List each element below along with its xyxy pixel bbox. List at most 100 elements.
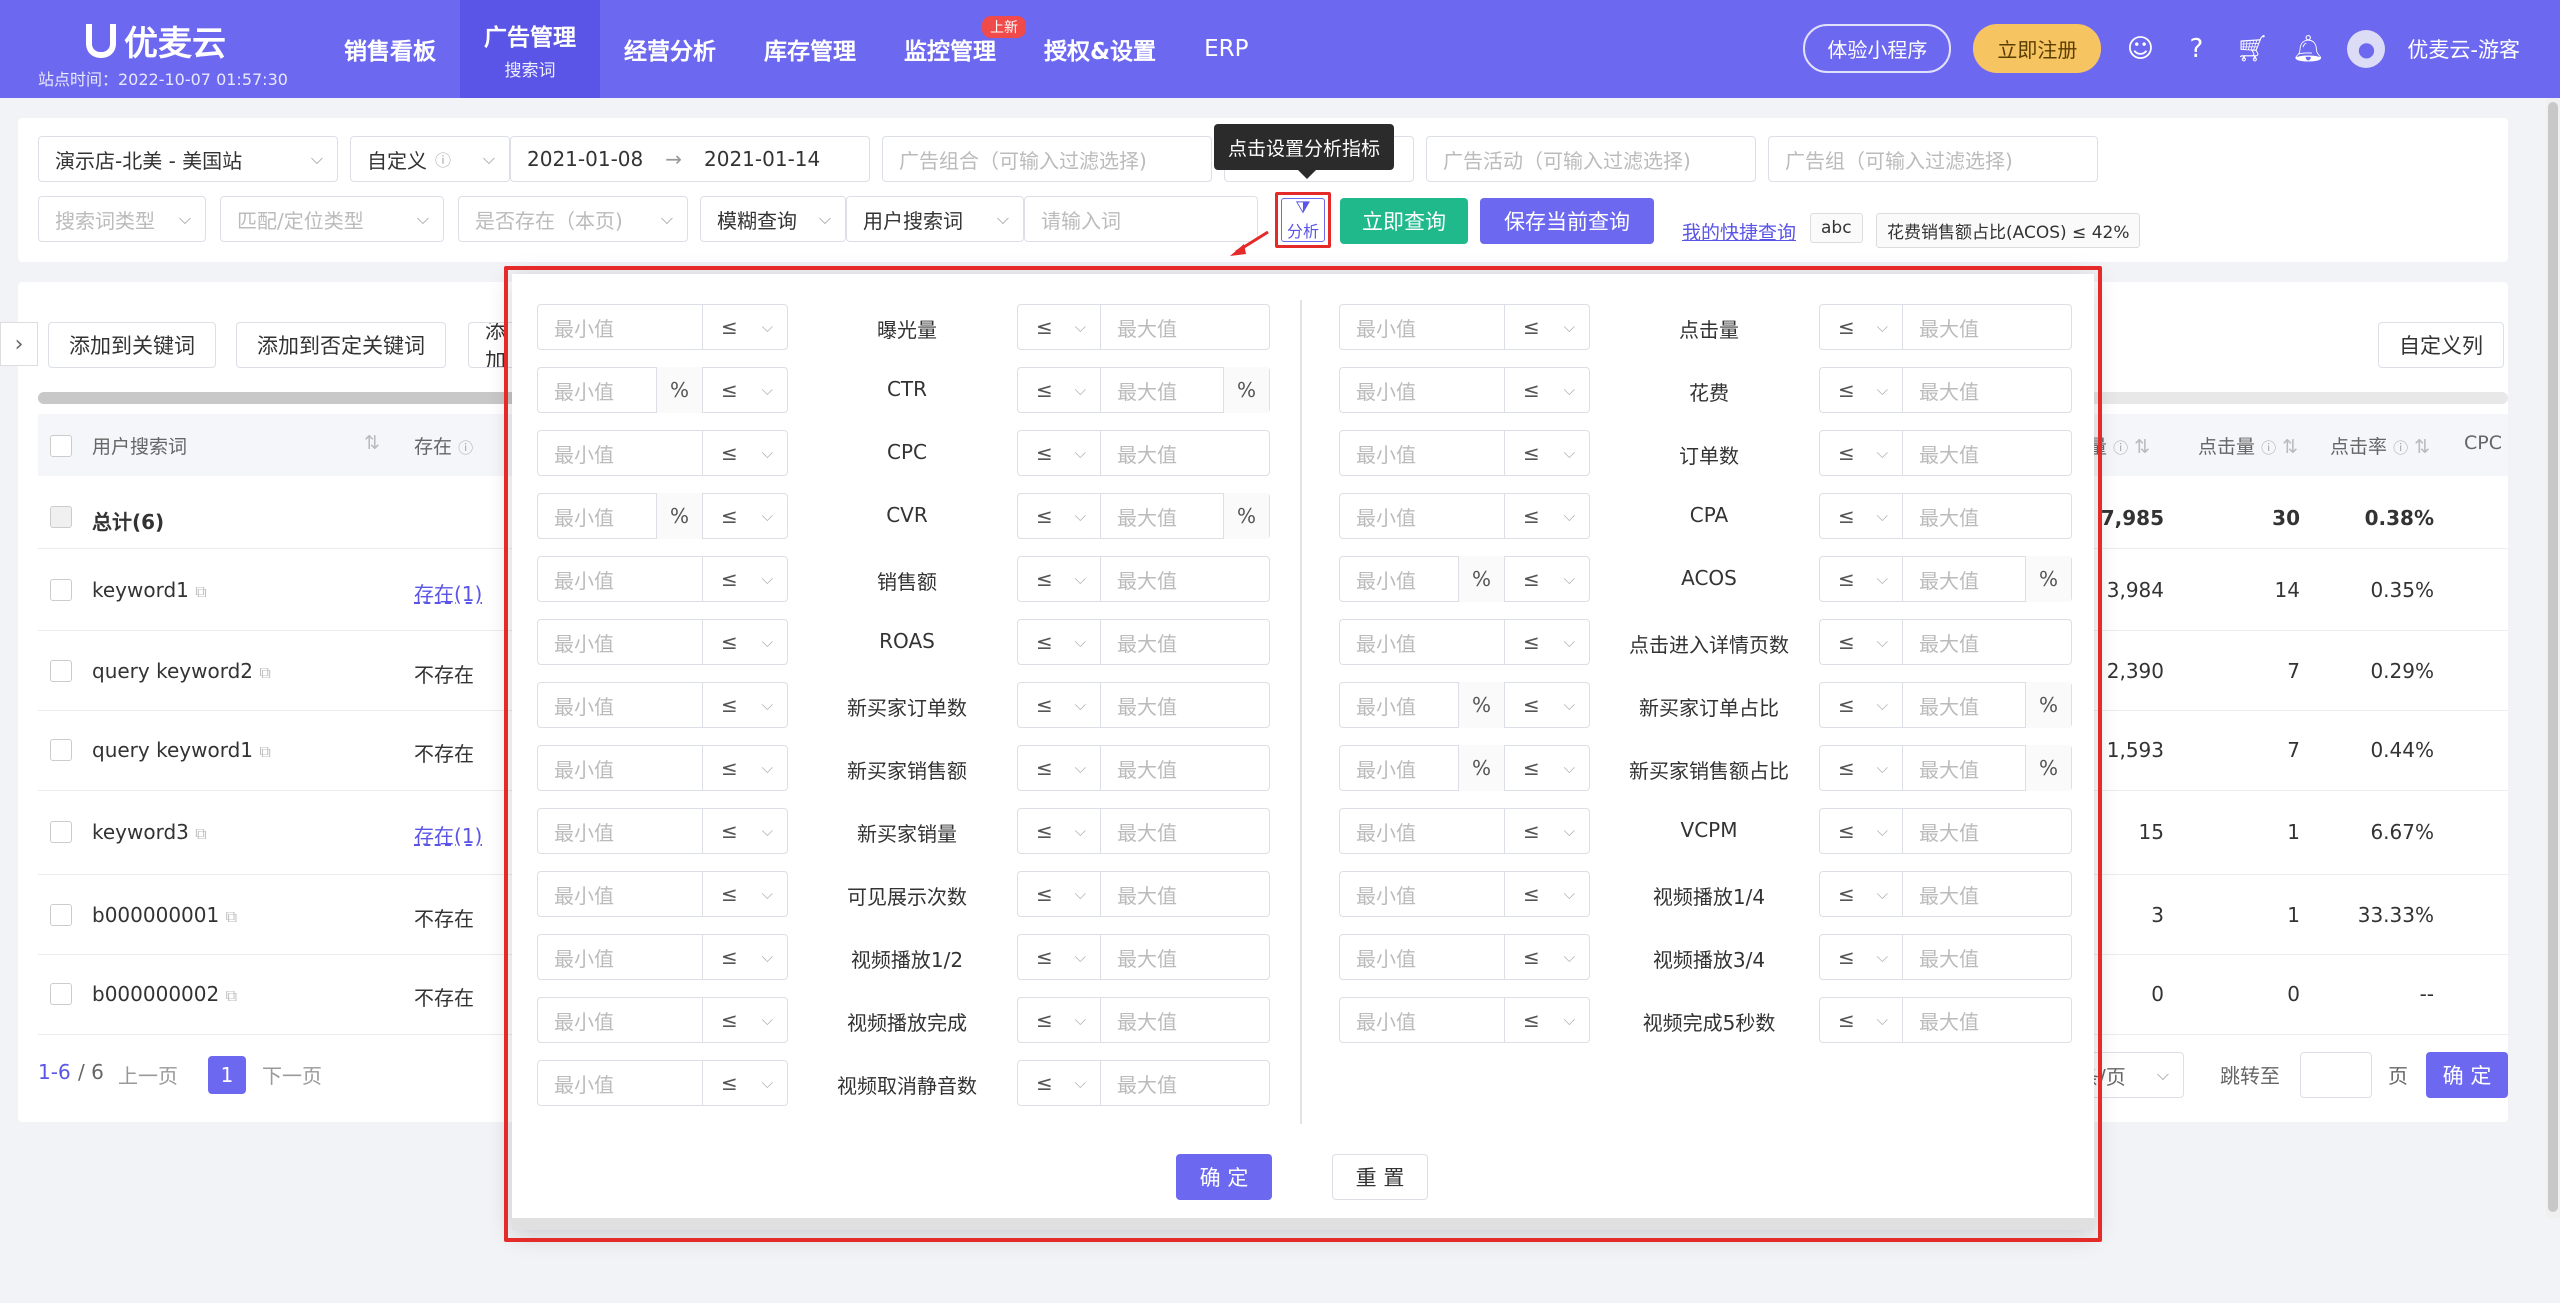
term-field-select[interactable]: 用户搜索词 ⌵ [846,196,1024,242]
total-clicks: 30 [2272,506,2300,530]
quick-tag-abc[interactable]: abc [1810,213,1863,243]
date-mode-select[interactable]: 自定义 ⓘ ⌵ [350,136,510,182]
row-checkbox[interactable] [50,983,72,1005]
exists-select[interactable]: 是否存在（本页) ⌵ [458,196,688,242]
info-icon: ⓘ [2113,439,2129,457]
row-term[interactable]: b000000001 ⧉ [92,903,237,927]
pager-total: / 6 [78,1060,104,1084]
ad-portfolio-select[interactable]: 广告组合（可输入过滤选择) [882,136,1212,182]
row-checkbox[interactable] [50,904,72,926]
custom-columns-button[interactable]: 自定义列 [2378,322,2504,368]
term-input[interactable]: 请输入词 [1024,196,1258,242]
row-term[interactable]: b000000002 ⧉ [92,982,237,1006]
scrollbar-thumb[interactable] [38,392,518,404]
mini-program-button[interactable]: 体验小程序 [1803,24,1952,73]
row-term[interactable]: keyword1 ⧉ [92,578,207,602]
external-link-icon[interactable]: ⧉ [226,986,237,1005]
external-link-icon[interactable]: ⧉ [259,742,270,761]
search-term-type-select[interactable]: 搜索词类型 ⌵ [38,196,206,242]
row-ctr: 0.29% [2370,659,2434,683]
col-ctr[interactable]: 点击率 ⓘ ⇅ [2330,432,2430,459]
row-exists: 不存在 [414,663,474,687]
pointer-arrow-icon [1230,230,1269,256]
add-keyword-button[interactable]: 添加到关键词 [48,322,216,368]
store-select[interactable]: 演示店-北美 - 美国站 ⌵ [38,136,338,182]
ad-campaign-select[interactable]: 广告活动（可输入过滤选择) [1426,136,1756,182]
nav-business-analysis[interactable]: 经营分析 [600,0,740,98]
col-user-term[interactable]: 用户搜索词 [92,432,187,459]
match-type-select[interactable]: 匹配/定位类型 ⌵ [220,196,444,242]
save-query-button[interactable]: 保存当前查询 [1480,198,1654,244]
nav-auth-settings[interactable]: 授权&设置 [1020,0,1180,98]
external-link-icon[interactable]: ⧉ [195,824,206,843]
chevron-down-icon: ⌵ [416,209,429,228]
register-button[interactable]: 立即注册 [1973,24,2102,73]
col-clicks[interactable]: 点击量 ⓘ ⇅ [2198,432,2298,459]
add-negative-keyword-button[interactable]: 添加到否定关键词 [236,322,446,368]
row-exists: 不存在 [414,742,474,766]
nav-right: 体验小程序 立即注册 ☺ ? 🛒︎ 🔔︎ ● 优麦云-游客 [1803,24,2520,73]
info-icon: ⓘ [2261,439,2277,457]
scrollbar-thumb[interactable] [2548,102,2558,1212]
row-ctr: 33.33% [2357,903,2434,927]
row-term[interactable]: query keyword1 ⧉ [92,738,271,762]
nav-inventory[interactable]: 库存管理 [740,0,880,98]
ad-group-select[interactable]: 广告组（可输入过滤选择) [1768,136,2098,182]
nav-erp[interactable]: ERP [1180,0,1272,98]
chevron-right-icon[interactable]: › [0,322,38,366]
query-button[interactable]: 立即查询 [1340,198,1468,244]
cart-icon[interactable]: 🛒︎ [2235,32,2269,66]
user-name[interactable]: 优麦云-游客 [2407,34,2520,64]
chevron-down-icon: ⌵ [178,209,191,228]
row-checkbox[interactable] [50,660,72,682]
help-icon[interactable]: ? [2179,32,2213,66]
chevron-down-icon: ⌵ [818,209,831,228]
row-clicks: 7 [2287,738,2300,762]
chevron-down-icon: ⌵ [996,209,1009,228]
logo[interactable]: 优麦云 [86,16,226,65]
external-link-icon[interactable]: ⧉ [226,907,237,926]
analysis-button[interactable]: ⧩ 分析 [1275,192,1331,248]
nav-ad-sub: 搜索词 [504,60,556,81]
row-exists[interactable]: 存在(1) [414,578,482,607]
support-icon[interactable]: ☺ [2123,32,2157,66]
nav-ad-management[interactable]: 广告管理 搜索词 [460,0,600,98]
row-term[interactable]: query keyword2 ⧉ [92,659,271,683]
row-checkbox[interactable] [50,821,72,843]
nav-sales-dashboard[interactable]: 销售看板 [320,0,460,98]
fuzzy-select[interactable]: 模糊查询 ⌵ [700,196,846,242]
prev-page[interactable]: 上一页 [118,1060,178,1089]
row-ctr: 0.44% [2370,738,2434,762]
row-checkbox[interactable] [50,739,72,761]
sort-icon: ⇅ [2282,436,2299,458]
external-link-icon[interactable]: ⧉ [259,663,270,682]
col-cpc[interactable]: CPC [2464,432,2504,454]
current-page[interactable]: 1 [208,1056,246,1094]
sort-icon[interactable]: ⇅ [364,432,380,454]
quick-query-link[interactable]: 我的快捷查询 [1682,218,1796,245]
bell-icon[interactable]: 🔔︎ [2291,32,2325,66]
next-page[interactable]: 下一页 [262,1060,322,1089]
row-ctr: 0.35% [2370,578,2434,602]
row-term[interactable]: keyword3 ⧉ [92,820,207,844]
quick-tag-acos[interactable]: 花费销售额占比(ACOS) ≤ 42% [1876,213,2141,248]
select-all-checkbox[interactable] [50,435,72,457]
date-range-picker[interactable]: 2021-01-08 → 2021-01-14 [510,136,870,182]
chevron-down-icon: ⌵ [660,209,673,228]
row-clicks: 7 [2287,659,2300,683]
row-checkbox[interactable] [50,579,72,601]
jump-confirm-button[interactable]: 确 定 [2426,1052,2508,1098]
nav-monitoring[interactable]: 监控管理 上新 [880,0,1026,98]
main-menu: 销售看板 广告管理 搜索词 经营分析 库存管理 监控管理 上新 授权&设置 ERP [320,0,1272,98]
sort-icon: ⇅ [2414,436,2431,458]
page-unit: 页 [2388,1064,2408,1088]
row-exists[interactable]: 存在(1) [414,820,482,849]
col-exists[interactable]: 存在 ⓘ [414,432,473,459]
chevron-down-icon: ⌵ [482,149,495,168]
chevron-down-icon: ⌵ [310,149,323,168]
info-icon: ⓘ [458,439,474,457]
external-link-icon[interactable]: ⧉ [195,582,206,601]
avatar[interactable]: ● [2347,29,2386,68]
page-scrollbar[interactable] [2546,98,2560,1218]
jump-page-input[interactable] [2300,1052,2372,1098]
